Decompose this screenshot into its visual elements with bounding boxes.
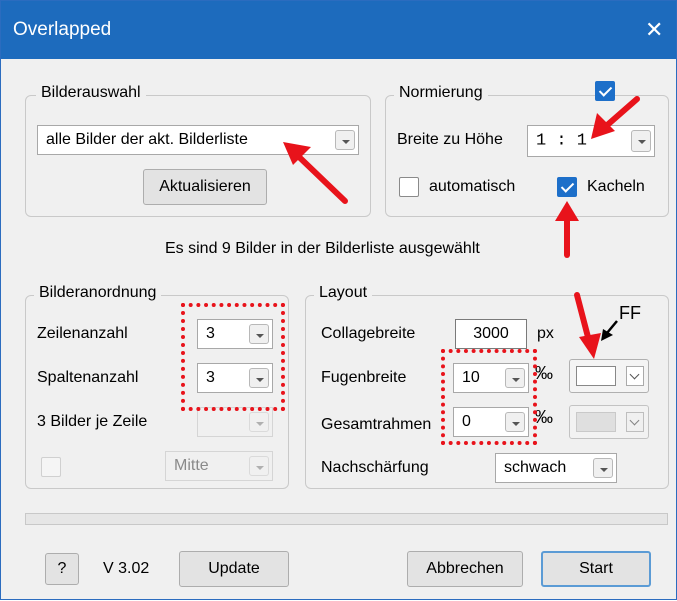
help-button[interactable]: ? xyxy=(45,553,79,585)
normierung-enable-checkbox[interactable] xyxy=(595,81,615,101)
chevron-down-icon[interactable] xyxy=(631,130,651,152)
chevron-down-icon[interactable] xyxy=(249,412,269,432)
automatic-label: automatisch xyxy=(429,178,516,195)
highlight-box-rows-columns xyxy=(181,303,285,411)
ratio-combo[interactable]: 1 : 1 xyxy=(527,125,655,157)
ratio-label: Breite zu Höhe xyxy=(397,131,503,148)
bilderanordnung-legend: Bilderanordnung xyxy=(34,284,162,302)
bilderauswahl-legend: Bilderauswahl xyxy=(36,84,146,102)
collage-width-input[interactable]: 3000 xyxy=(455,319,527,349)
normierung-legend: Normierung xyxy=(394,84,488,102)
alignment-combo[interactable]: Mitte xyxy=(165,451,273,481)
close-icon[interactable]: ✕ xyxy=(645,17,663,43)
automatic-checkbox[interactable] xyxy=(399,177,419,197)
start-button[interactable]: Start xyxy=(541,551,651,587)
joint-width-unit: ‰ xyxy=(535,363,553,383)
layout-legend: Layout xyxy=(314,284,373,302)
alignment-value: Mitte xyxy=(174,457,209,474)
ratio-value: 1 : 1 xyxy=(536,131,588,151)
cancel-button[interactable]: Abbrechen xyxy=(407,551,523,587)
collage-width-label: Collagebreite xyxy=(321,325,416,342)
update-button[interactable]: Update xyxy=(179,551,289,587)
frame-label: Gesamtrahmen xyxy=(321,416,432,433)
joint-color-swatch xyxy=(576,366,616,386)
annotation-text: FF xyxy=(619,303,641,323)
chevron-down-icon[interactable] xyxy=(626,412,644,432)
image-selection-combo[interactable]: alle Bilder der akt. Bilderliste xyxy=(37,125,359,155)
chevron-down-icon[interactable] xyxy=(335,130,355,150)
frame-color-picker[interactable] xyxy=(569,405,649,439)
window-title: Overlapped xyxy=(13,19,112,40)
per-row-label: 3 Bilder je Zeile xyxy=(37,413,148,430)
sharpening-label: Nachschärfung xyxy=(321,459,429,476)
chevron-down-icon[interactable] xyxy=(626,366,644,386)
rows-label: Zeilenanzahl xyxy=(37,325,128,342)
joint-color-picker[interactable] xyxy=(569,359,649,393)
dialog-window: Overlapped ✕ Bilderauswahl alle Bilder d… xyxy=(0,0,677,600)
frame-color-swatch xyxy=(576,412,616,432)
image-selection-value: alle Bilder der akt. Bilderliste xyxy=(46,131,248,148)
chevron-down-icon[interactable] xyxy=(593,458,613,478)
per-row-checkbox[interactable] xyxy=(41,457,61,477)
highlight-box-joint-frame xyxy=(441,349,537,445)
per-row-combo[interactable] xyxy=(197,407,273,437)
version-label: V 3.02 xyxy=(103,560,150,577)
columns-label: Spaltenanzahl xyxy=(37,369,139,386)
sharpening-value: schwach xyxy=(504,459,567,476)
title-bar: Overlapped ✕ xyxy=(1,1,676,59)
frame-unit: ‰ xyxy=(535,407,553,427)
progress-bar xyxy=(25,513,668,525)
joint-width-label: Fugenbreite xyxy=(321,369,407,386)
status-text: Es sind 9 Bilder in der Bilderliste ausg… xyxy=(165,240,480,257)
refresh-button[interactable]: Aktualisieren xyxy=(143,169,267,205)
chevron-down-icon[interactable] xyxy=(249,456,269,476)
kacheln-label: Kacheln xyxy=(587,178,645,195)
kacheln-checkbox[interactable] xyxy=(557,177,577,197)
sharpening-combo[interactable]: schwach xyxy=(495,453,617,483)
collage-width-unit: px xyxy=(537,325,554,342)
